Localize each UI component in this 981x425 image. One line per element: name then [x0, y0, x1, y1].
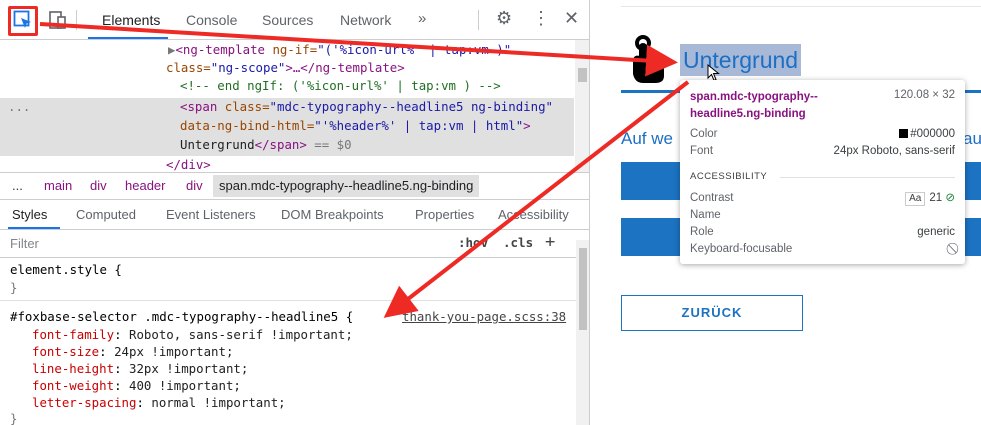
tooltip-color-row: Color #000000 — [690, 128, 955, 140]
breadcrumb-header[interactable]: header — [125, 173, 165, 199]
rule-divider — [0, 300, 576, 301]
tab-properties[interactable]: Properties — [415, 207, 474, 222]
more-options-icon[interactable]: ⋮ — [532, 8, 550, 29]
dom-comment[interactable]: <!-- end ngIf: ('%icon-url%' | tap:vm ) … — [180, 77, 501, 95]
element-style-close: } — [10, 280, 18, 295]
tooltip-name-row: Name — [690, 209, 721, 221]
page-headline: Untergrund — [680, 44, 802, 76]
active-subtab-indicator — [8, 227, 60, 229]
body-text: Auf we — [621, 129, 673, 148]
inspect-tooltip: span.mdc-typography--headline5.ng-bindin… — [680, 80, 965, 264]
tooltip-font-row: Font 24px Roboto, sans-serif — [690, 145, 955, 157]
device-toolbar-icon[interactable] — [46, 9, 68, 31]
css-property[interactable]: line-height: 32px !important; — [32, 361, 248, 377]
breadcrumb-div[interactable]: div — [186, 173, 203, 199]
toolbar-separator — [478, 10, 479, 30]
dom-node-ng-template[interactable]: ▶<ng-template ng-if="('%icon-url%' | tap… — [168, 41, 511, 59]
tooltip-contrast-row: Contrast Aa 21 ⊘ — [690, 192, 955, 206]
tab-network[interactable]: Network — [340, 12, 391, 28]
tab-computed[interactable]: Computed — [76, 207, 136, 222]
tab-elements[interactable]: Elements — [102, 12, 160, 28]
css-property[interactable]: letter-spacing: normal !important; — [32, 395, 286, 411]
css-rule-selector[interactable]: #foxbase-selector .mdc-typography--headl… — [10, 309, 353, 325]
css-property[interactable]: font-size: 24px !important; — [32, 344, 233, 360]
dom-node-span-text: Untergrund</span> == $0 — [180, 137, 352, 152]
tooltip-divider — [780, 177, 955, 178]
breadcrumb: ... main div header div span.mdc-typogra… — [0, 172, 589, 200]
tooltip-role-row: Role generic — [690, 226, 955, 238]
tab-styles[interactable]: Styles — [12, 207, 47, 222]
gear-icon[interactable]: ⚙ — [496, 8, 512, 29]
close-icon[interactable]: ✕ — [564, 8, 579, 29]
styles-scrollbar[interactable] — [576, 240, 589, 425]
body-text-fragment: au — [963, 129, 981, 148]
styles-subtabs: Styles Computed Event Listeners DOM Brea… — [0, 200, 589, 230]
toolbar-separator — [76, 10, 77, 30]
css-property[interactable]: font-family: Roboto, sans-serif !importa… — [32, 327, 353, 343]
add-style-rule-button[interactable]: + — [545, 232, 555, 252]
breadcrumb-span-selected[interactable]: span.mdc-typography--headline5.ng-bindin… — [213, 175, 480, 197]
more-tabs-button[interactable]: » — [418, 10, 426, 27]
tab-event-listeners[interactable]: Event Listeners — [166, 207, 256, 222]
tooltip-dimensions: 120.08 × 32 — [893, 89, 955, 101]
styles-scrollbar-thumb[interactable] — [579, 248, 587, 330]
dom-node-ng-template-cont: class="ng-scope">…</ng-template> — [166, 60, 405, 75]
filter-input[interactable]: Filter — [10, 236, 39, 251]
hover-state-button[interactable]: :hov — [458, 235, 488, 250]
class-toggle-button[interactable]: .cls — [503, 235, 533, 250]
dom-node-div-close: </div> — [166, 157, 211, 172]
devtools-panel: Elements Console Sources Network » ⚙ ⋮ ✕… — [0, 0, 590, 425]
css-rule-close: } — [10, 411, 18, 425]
breadcrumb-ellipsis[interactable]: ... — [12, 173, 23, 199]
tooltip-selector: span.mdc-typography--headline5.ng-bindin… — [690, 91, 818, 120]
check-circle-icon: ⊘ — [945, 192, 955, 204]
tab-sources[interactable]: Sources — [262, 12, 313, 28]
css-property[interactable]: font-weight: 400 !important; — [32, 378, 241, 394]
tab-dom-breakpoints[interactable]: DOM Breakpoints — [281, 207, 384, 222]
dom-scrollbar-thumb[interactable] — [578, 68, 587, 82]
css-source-link[interactable]: thank-you-page.scss:38 — [402, 309, 566, 325]
tab-accessibility[interactable]: Accessibility — [498, 207, 569, 222]
breadcrumb-main[interactable]: main — [44, 173, 72, 199]
tooltip-accessibility-heading: ACCESSIBILITY — [690, 171, 768, 182]
dom-scrollbar[interactable] — [575, 40, 589, 172]
styles-pane: element.style { } #foxbase-selector .mdc… — [0, 258, 589, 425]
dom-node-span-selected[interactable]: <span class="mdc-typography--headline5 n… — [180, 98, 553, 116]
color-swatch — [899, 129, 909, 138]
dom-node-span-attr: data-ng-bind-html="'%header%' | tap:vm |… — [180, 118, 531, 133]
active-tab-indicator — [88, 37, 168, 39]
breadcrumb-div[interactable]: div — [90, 173, 107, 199]
hand-pointer-icon — [633, 35, 664, 83]
tab-console[interactable]: Console — [186, 12, 237, 28]
dom-tree[interactable]: ▶<ng-template ng-if="('%icon-url%' | tap… — [0, 40, 589, 172]
inspect-element-icon[interactable] — [12, 9, 34, 31]
element-style-selector[interactable]: element.style { — [10, 262, 122, 278]
styles-filter-row: Filter :hov .cls + — [0, 230, 589, 258]
back-button[interactable]: ZURÜCK — [621, 295, 803, 331]
dom-ellipsis: ... — [8, 99, 31, 114]
devtools-toolbar: Elements Console Sources Network » ⚙ ⋮ ✕ — [0, 0, 589, 40]
tooltip-focusable-row: Keyboard-focusable ⃠ — [690, 243, 793, 255]
page-top-divider — [621, 6, 981, 7]
